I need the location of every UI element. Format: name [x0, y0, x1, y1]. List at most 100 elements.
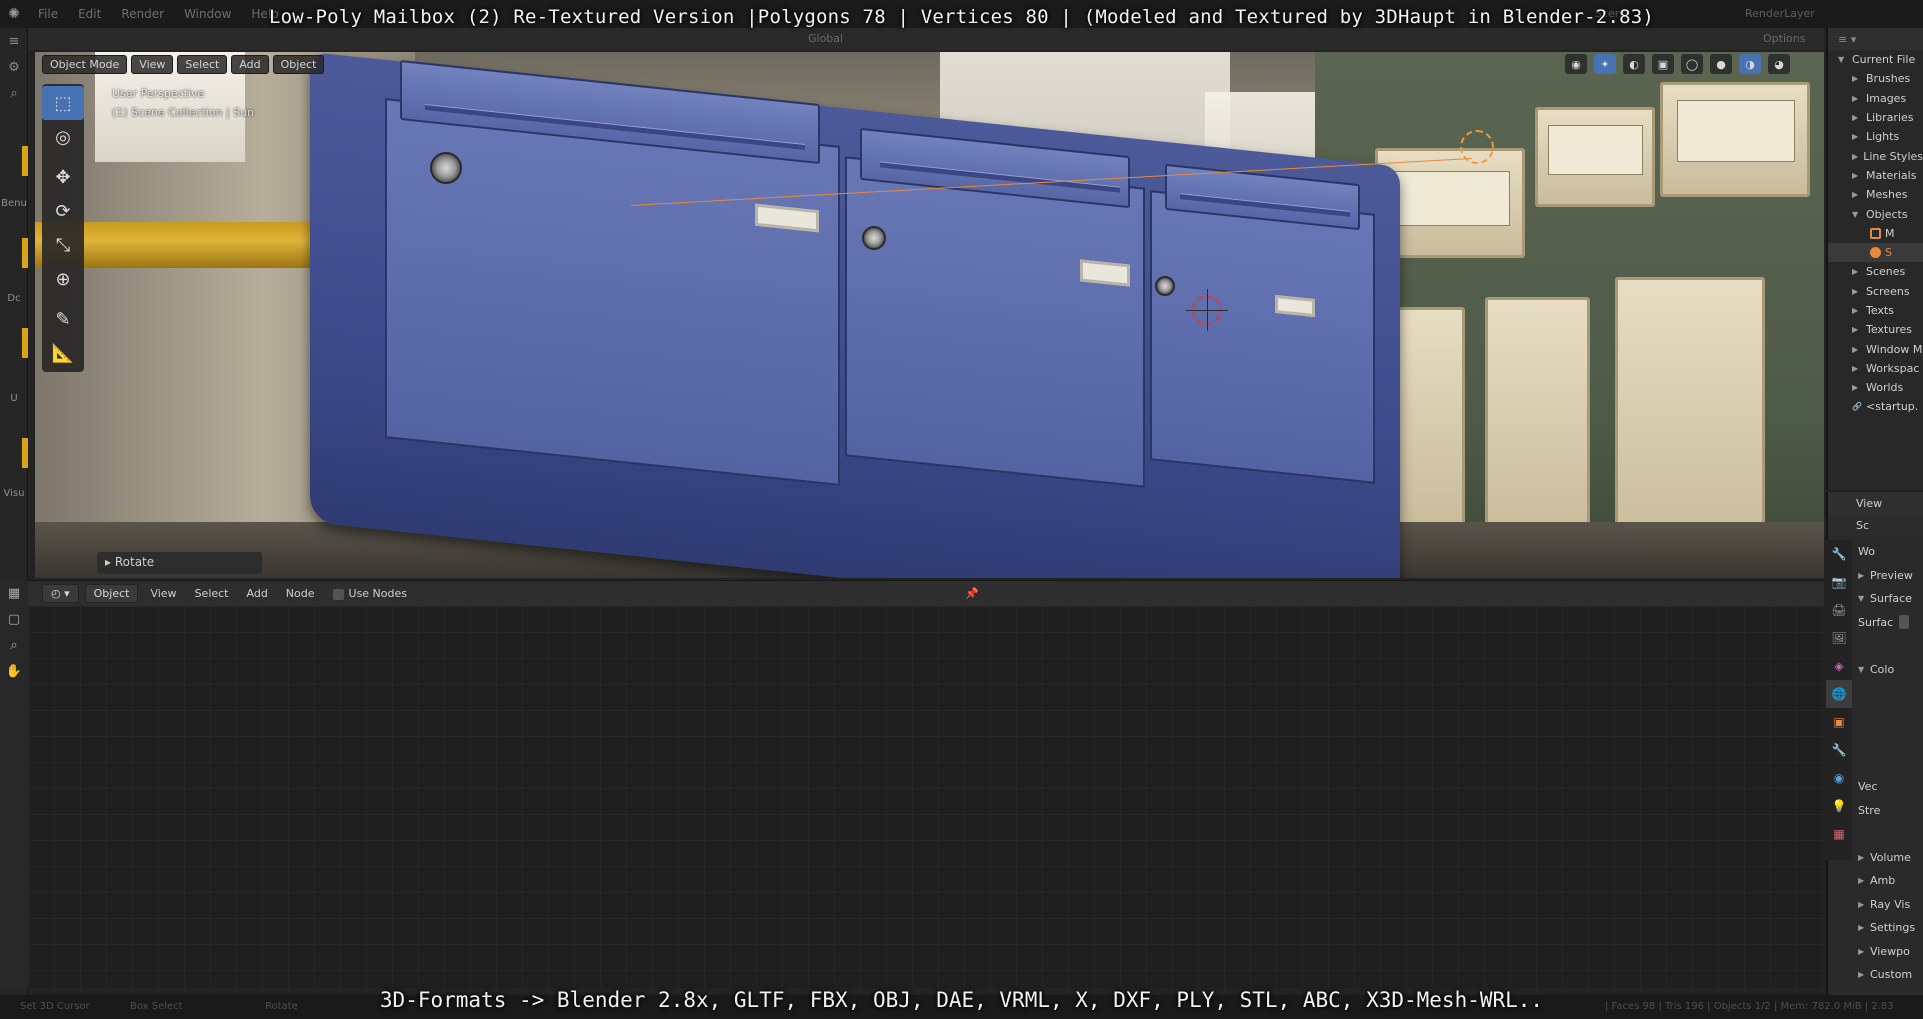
pin-icon[interactable]: 📌 — [959, 587, 985, 600]
node-add-menu[interactable]: Add — [241, 587, 274, 600]
measure-tool-icon[interactable]: 📐 — [42, 336, 84, 370]
object-dropdown[interactable]: Object — [84, 584, 139, 603]
annotate-tool-icon[interactable]: ✎ — [42, 302, 84, 336]
physics-tab-icon[interactable]: ◉ — [1826, 764, 1852, 792]
world-tab-icon[interactable]: 🌐 — [1826, 680, 1852, 708]
ambient-occlusion-section[interactable]: ▶ Amb — [1852, 869, 1923, 893]
view-label[interactable]: View — [1856, 497, 1882, 510]
surface-section[interactable]: ▼ Surface — [1852, 587, 1923, 611]
ray-visibility-section[interactable]: ▶ Ray Vis — [1852, 893, 1923, 917]
outliner-item-images[interactable]: ▶ Images — [1828, 89, 1923, 108]
node-node-menu[interactable]: Node — [280, 587, 321, 600]
object-menu[interactable]: Object — [272, 54, 325, 74]
viewport-display-section[interactable]: ▶ Viewpo — [1852, 940, 1923, 964]
3d-cursor-icon[interactable] — [1186, 289, 1228, 331]
node-view-menu[interactable]: View — [144, 587, 182, 600]
outliner-item-materials[interactable]: ▶ Materials — [1828, 166, 1923, 185]
move-tool-icon[interactable]: ✥ — [42, 160, 84, 194]
view-layer-selector[interactable]: RenderLayer — [1745, 7, 1815, 20]
outliner-object-mesh[interactable]: M — [1828, 224, 1923, 243]
blender-logo-icon[interactable]: ✺ — [0, 0, 28, 28]
scale-tool-icon[interactable]: ⤡ — [42, 228, 84, 262]
object-tab-icon[interactable]: ▣ — [1826, 708, 1852, 736]
image-icon[interactable]: ▢ — [0, 606, 28, 632]
output-tab-icon[interactable]: 🖨 — [1826, 596, 1852, 624]
rotate-tool-icon[interactable]: ⟳ — [42, 194, 84, 228]
tool-tab-icon[interactable]: 🔧 — [1826, 540, 1852, 568]
render-tab-icon[interactable]: 📷 — [1826, 568, 1852, 596]
properties-tabs: 🔧 📷 🖨 🖼 ◈ 🌐 ▣ 🔧 ◉ 💡 ▦ — [1826, 540, 1852, 860]
color-section[interactable]: ▼ Colo — [1852, 658, 1923, 682]
options-dropdown[interactable]: Options — [1763, 32, 1805, 45]
menu-render[interactable]: Render — [111, 7, 174, 21]
cursor-tool-icon[interactable]: ◎ — [42, 120, 84, 154]
custom-properties-section[interactable]: ▶ Custom — [1852, 963, 1923, 987]
outliner-item-worlds[interactable]: ▶ Worlds — [1828, 378, 1923, 397]
surface-field[interactable]: Surfac — [1852, 611, 1923, 635]
transform-tool-icon[interactable]: ⊕ — [42, 262, 84, 296]
view-menu[interactable]: View — [131, 54, 174, 74]
outliner-item-lights[interactable]: ▶ Lights — [1828, 127, 1923, 146]
outliner-item-meshes[interactable]: ▶ Meshes — [1828, 185, 1923, 204]
last-operator-panel[interactable]: ▸ Rotate — [97, 552, 262, 574]
select-menu[interactable]: Select — [177, 54, 228, 74]
search-icon[interactable]: ⌕ — [0, 80, 28, 106]
sun-light-icon[interactable] — [1460, 130, 1494, 164]
menu-file[interactable]: File — [28, 7, 68, 21]
gear-icon[interactable]: ⚙ — [0, 54, 28, 80]
node-select-menu[interactable]: Select — [189, 587, 235, 600]
outliner-item-startup[interactable]: 🔗 <startup. — [1828, 397, 1923, 416]
view-layer-tab-icon[interactable]: 🖼 — [1826, 624, 1852, 652]
visibility-icon[interactable]: ◉ — [1565, 54, 1587, 74]
outliner-item-window-managers[interactable]: ▶ Window M — [1828, 339, 1923, 358]
editor-type-icon[interactable]: ▦ — [0, 580, 28, 606]
3d-viewport[interactable] — [35, 52, 1824, 578]
mode-dropdown[interactable]: Object Mode — [42, 54, 128, 74]
light-data-tab-icon[interactable]: 💡 — [1826, 792, 1852, 820]
scene-tab-icon[interactable]: ◈ — [1826, 652, 1852, 680]
scene-label[interactable]: Sc — [1856, 519, 1869, 532]
transform-orientation[interactable]: Global — [808, 32, 843, 45]
zoom-icon[interactable]: ⌕ — [0, 632, 28, 658]
outliner-item-scenes[interactable]: ▶ Scenes — [1828, 262, 1923, 281]
add-menu[interactable]: Add — [231, 54, 269, 74]
menu-edit[interactable]: Edit — [68, 7, 111, 21]
shader-type-dropdown[interactable]: ◴ ▾ — [42, 584, 79, 603]
outliner-item-workspaces[interactable]: ▶ Workspac — [1828, 359, 1923, 378]
rendered-shading-icon[interactable]: ◕ — [1768, 54, 1790, 74]
outliner-item-objects[interactable]: ▼ Objects — [1828, 204, 1923, 223]
scene-selector[interactable]: Scene — [1595, 7, 1629, 20]
use-nodes-checkbox[interactable]: Use Nodes — [327, 587, 414, 600]
modifier-tab-icon[interactable]: 🔧 — [1826, 736, 1852, 764]
xray-icon[interactable]: ▣ — [1652, 54, 1674, 74]
menu-help[interactable]: Help — [241, 7, 288, 21]
outliner-item-brushes[interactable]: ▶ Brushes — [1828, 69, 1923, 88]
material-shading-icon[interactable]: ◑ — [1739, 54, 1761, 74]
gizmo-icon[interactable]: ✦ — [1594, 54, 1616, 74]
solid-shading-icon[interactable]: ● — [1710, 54, 1732, 74]
outliner-item-texts[interactable]: ▶ Texts — [1828, 301, 1923, 320]
strength-field[interactable]: Stre — [1852, 799, 1923, 823]
texture-tab-icon[interactable]: ▦ — [1826, 820, 1852, 848]
select-box-icon[interactable]: ⬚ — [42, 86, 84, 120]
mailbox-model[interactable] — [310, 52, 1400, 578]
outliner-item-textures[interactable]: ▶ Textures — [1828, 320, 1923, 339]
yellow-marker — [22, 438, 28, 468]
settings-section[interactable]: ▶ Settings — [1852, 916, 1923, 940]
outliner-root[interactable]: ▼ Current File — [1828, 50, 1923, 69]
wireframe-shading-icon[interactable]: ◯ — [1681, 54, 1703, 74]
outliner-object-sun[interactable]: S — [1828, 242, 1923, 263]
preview-section[interactable]: ▶ Preview — [1852, 564, 1923, 588]
outliner-item-line-styles[interactable]: ▶ Line Styles — [1828, 146, 1923, 165]
outliner-item-screens[interactable]: ▶ Screens — [1828, 282, 1923, 301]
vector-field[interactable]: Vec — [1852, 775, 1923, 799]
menu-window[interactable]: Window — [174, 7, 241, 21]
volume-section[interactable]: ▶ Volume — [1852, 846, 1923, 870]
overlay-icon[interactable]: ◐ — [1623, 54, 1645, 74]
editor-type-icon[interactable]: ≡ — [0, 28, 28, 54]
node-editor-grid[interactable] — [28, 606, 1824, 988]
outliner-item-libraries[interactable]: ▶ Libraries — [1828, 108, 1923, 127]
world-name-field[interactable]: Wo — [1852, 540, 1923, 564]
hand-icon[interactable]: ✋ — [0, 658, 28, 684]
